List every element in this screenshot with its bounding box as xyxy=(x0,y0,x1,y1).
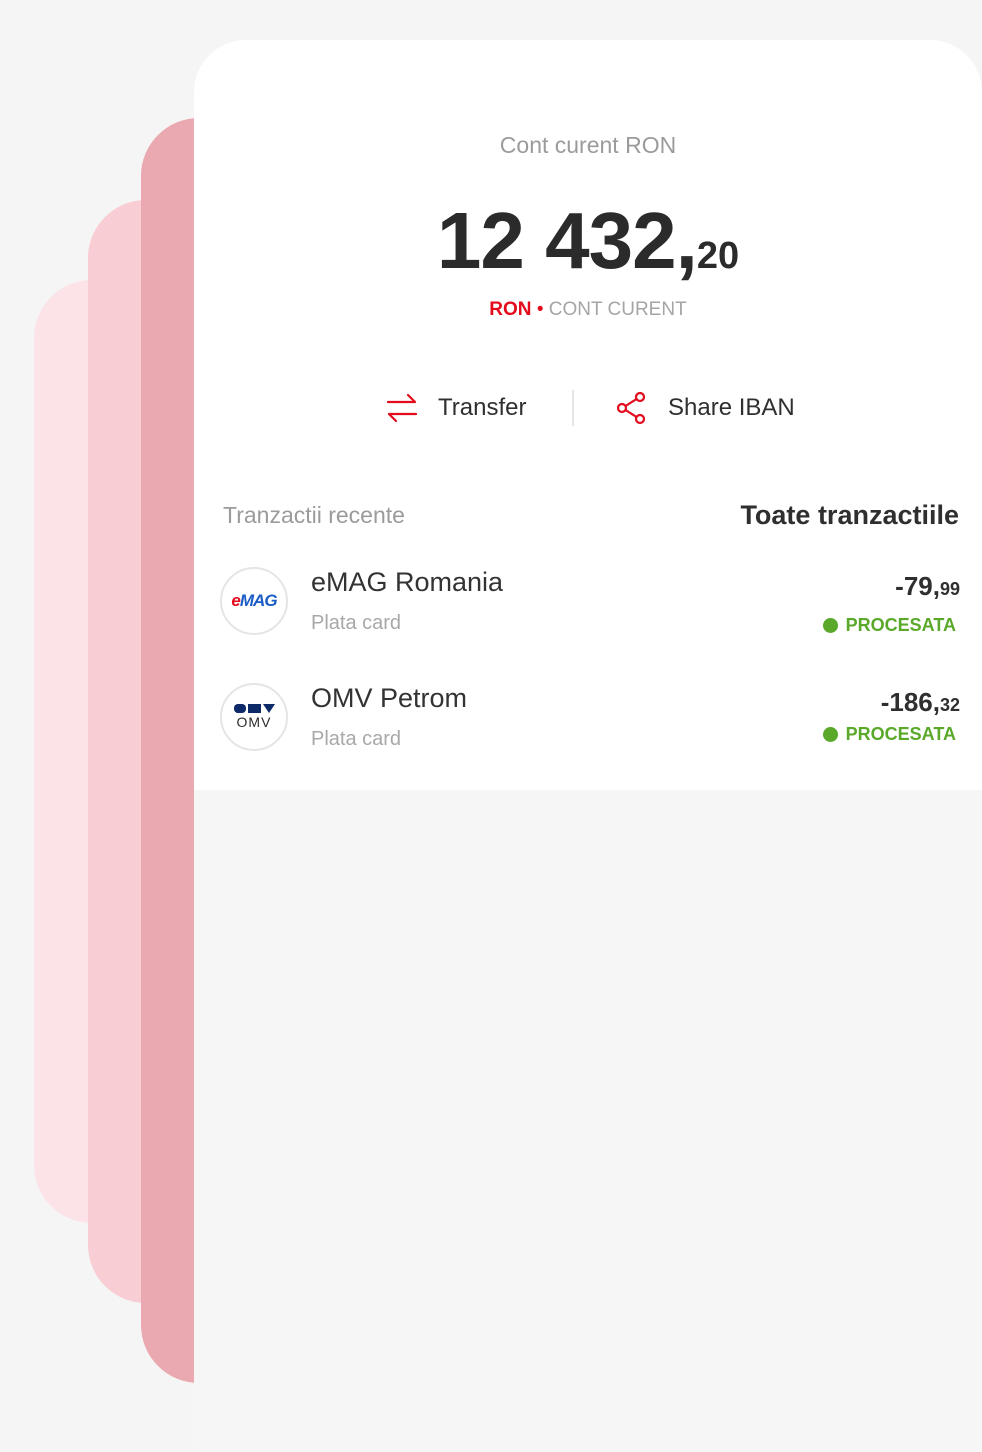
status-dot-icon xyxy=(822,618,838,633)
transaction-type: Plata card xyxy=(311,728,402,750)
account-label: Cont curent RON xyxy=(499,132,677,158)
separator-dot: • xyxy=(536,299,544,320)
transaction-amount: -79,99 xyxy=(895,571,960,602)
actions-divider xyxy=(572,390,574,426)
merchant-logo-omv: OMV xyxy=(220,683,288,751)
share-iban-label: Share IBAN xyxy=(668,394,795,421)
emag-logo-text: eMAG xyxy=(231,591,277,610)
balance-subtitle: RON • CONT CURENT xyxy=(194,299,982,321)
merchant-logo-emag: eMAG xyxy=(220,567,288,635)
transaction-row[interactable]: eMAG eMAG Romania Plata card -79,99 PROC… xyxy=(220,567,960,647)
account-actions: Transfer Share IBAN xyxy=(194,390,982,430)
recent-transactions-title: Tranzactii recente xyxy=(223,502,405,528)
account-summary: Cont curent RON 12 432,20 RON • CONT CUR… xyxy=(194,40,982,790)
balance-decimals: 20 xyxy=(696,235,740,277)
app-screen: Cont curent RON 12 432,20 RON • CONT CUR… xyxy=(0,0,982,1452)
omv-logo-text: OMV xyxy=(236,714,272,730)
transfer-label: Transfer xyxy=(438,394,527,421)
account-balance: 12 432,20 xyxy=(194,195,982,287)
share-iban-button[interactable]: Share IBAN xyxy=(614,390,795,426)
status-label: PROCESATA xyxy=(845,724,956,744)
account-card: Cont curent RON 12 432,20 RON • CONT CUR… xyxy=(194,40,982,1452)
transaction-status: PROCESATA xyxy=(822,615,956,636)
amount-integer: -186, xyxy=(880,687,940,717)
recent-transactions-header: Tranzactii recente Toate tranzactiile xyxy=(223,500,959,532)
transaction-merchant: eMAG Romania xyxy=(311,567,504,597)
status-dot-icon xyxy=(822,727,838,742)
all-transactions-link[interactable]: Toate tranzactiile xyxy=(740,500,959,531)
transaction-type: Plata card xyxy=(311,612,402,634)
transfer-button[interactable]: Transfer xyxy=(384,390,526,426)
currency-label: RON xyxy=(489,299,532,320)
account-type-label: CONT CURENT xyxy=(548,299,687,320)
transaction-merchant: OMV Petrom xyxy=(311,683,468,713)
share-icon xyxy=(616,391,646,425)
amount-integer: -79, xyxy=(895,571,940,601)
transaction-row[interactable]: OMV OMV Petrom Plata card -186,32 PROCES… xyxy=(220,683,960,763)
amount-decimals: 99 xyxy=(939,579,960,599)
transaction-status: PROCESATA xyxy=(822,724,956,745)
amount-decimals: 32 xyxy=(939,695,960,715)
balance-integer: 12 432, xyxy=(436,196,698,285)
status-label: PROCESATA xyxy=(845,615,956,635)
transaction-amount: -186,32 xyxy=(881,687,960,718)
omv-logo-mark xyxy=(233,704,275,713)
transfer-arrows-icon xyxy=(386,393,418,423)
